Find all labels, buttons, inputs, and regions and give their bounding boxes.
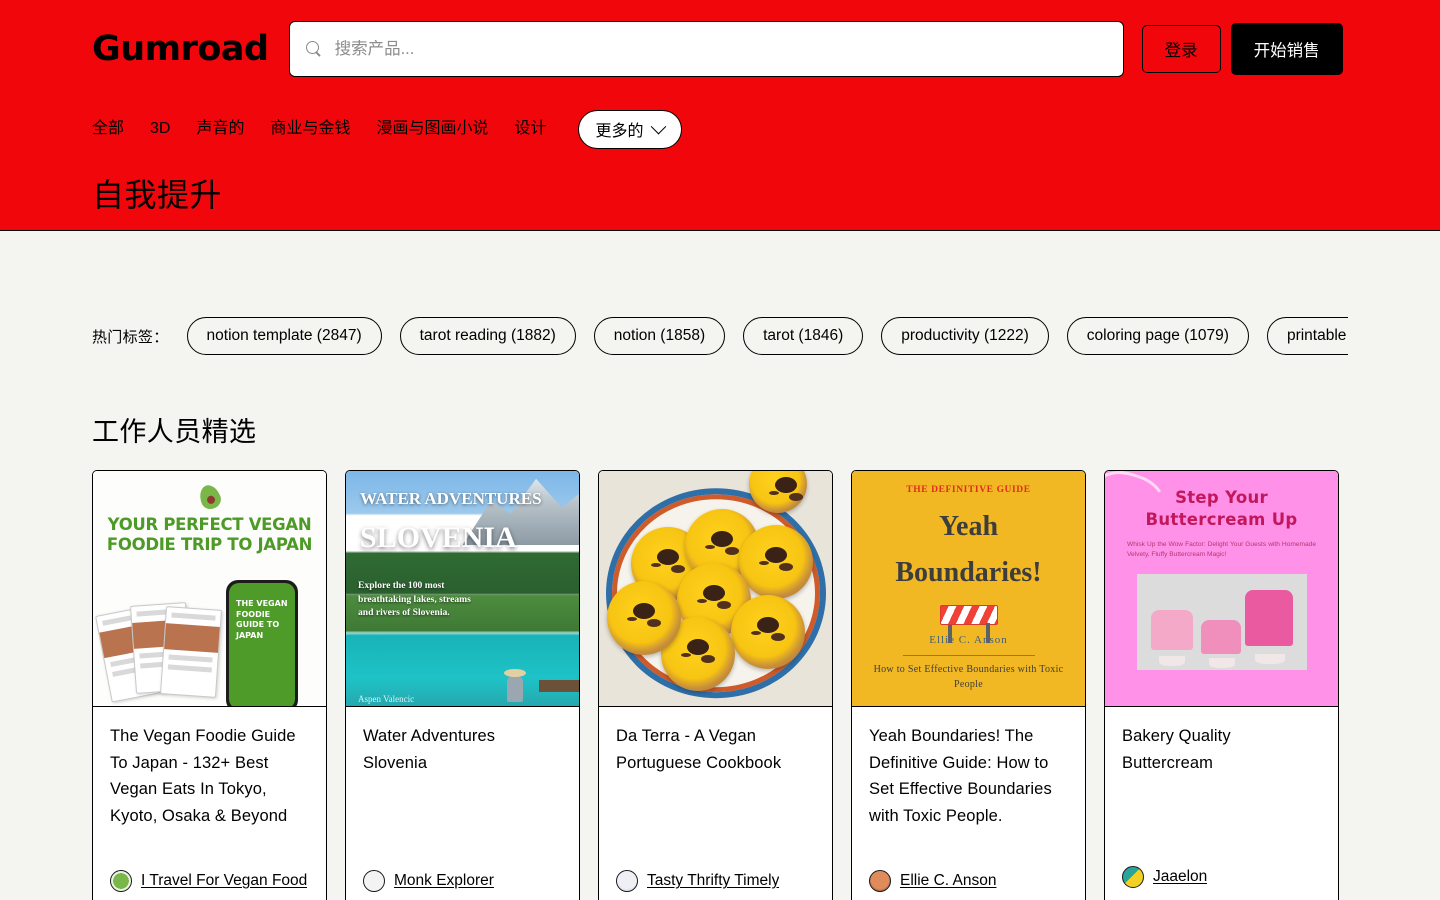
header-actions: 登录 开始销售 xyxy=(1141,23,1343,75)
popular-tags-label: 热门标签： xyxy=(92,328,169,346)
seller-name[interactable]: Monk Explorer xyxy=(394,872,494,890)
cover-phone-text: THE VEGAN FOODIE GUIDE TO JAPAN xyxy=(229,583,295,706)
cover-headline: YOUR PERFECT VEGAN FOODIE TRIP TO JAPAN xyxy=(106,515,313,555)
avatar xyxy=(363,870,385,892)
cover-line-2: SLOVENIA xyxy=(360,521,517,554)
avatar xyxy=(869,870,891,892)
cover-eyebrow: THE DEFINITIVE GUIDE xyxy=(906,485,1031,495)
cover-subtitle: How to Set Effective Boundaries with Tox… xyxy=(873,664,1064,690)
product-thumbnail: THE DEFINITIVE GUIDE Yeah Boundaries! El… xyxy=(852,471,1085,707)
tags-scroller[interactable]: notion template (2847) tarot reading (18… xyxy=(186,317,1348,355)
product-thumbnail xyxy=(599,471,832,707)
product-thumbnail: Step Your Buttercream Up Whisk Up the Wo… xyxy=(1105,471,1338,707)
avatar xyxy=(616,870,638,892)
nav-item-all[interactable]: 全部 xyxy=(92,121,124,137)
product-seller[interactable]: Tasty Thrifty Timely xyxy=(616,870,815,892)
cover-author: Ellie C. Anson xyxy=(929,633,1008,646)
product-title: The Vegan Foodie Guide To Japan - 132+ B… xyxy=(110,727,296,826)
nav-more-label: 更多的 xyxy=(595,123,644,140)
tag-pill-notion-template[interactable]: notion template (2847) xyxy=(186,317,382,355)
cover-author: Aspen Valencic xyxy=(358,694,415,704)
seller-name[interactable]: I Travel For Vegan Food xyxy=(141,872,307,890)
seller-name[interactable]: Tasty Thrifty Timely xyxy=(647,872,779,890)
tag-pill-tarot[interactable]: tarot (1846) xyxy=(743,317,864,355)
category-nav: 全部 3D 声音的 商业与金钱 漫画与图画小说 设计 更多的 xyxy=(92,108,1348,150)
popular-tags-section: 热门标签： notion template (2847) tarot readi… xyxy=(0,315,1440,357)
login-button[interactable]: 登录 xyxy=(1141,25,1221,73)
nav-item-comics[interactable]: 漫画与图画小说 xyxy=(377,121,489,137)
cover-line-1: WATER ADVENTURES xyxy=(360,489,542,508)
product-card[interactable]: Step Your Buttercream Up Whisk Up the Wo… xyxy=(1104,470,1339,900)
cover-phone-art: THE VEGAN FOODIE GUIDE TO JAPAN xyxy=(226,580,298,706)
cover-line-1: Yeah xyxy=(938,511,999,542)
start-selling-button[interactable]: 开始销售 xyxy=(1230,23,1343,75)
cover-cake-photo xyxy=(1136,573,1307,670)
product-card-body: Water Adventures Slovenia Monk Explorer … xyxy=(346,707,579,900)
nav-item-design[interactable]: 设计 xyxy=(515,121,547,137)
product-title: Water Adventures Slovenia xyxy=(363,727,496,772)
chevron-down-icon xyxy=(650,118,666,134)
gumroad-logo[interactable]: Gumroad xyxy=(92,31,269,67)
page-title: 自我提升 xyxy=(92,177,223,213)
avatar xyxy=(110,870,132,892)
nav-more-dropdown[interactable]: 更多的 xyxy=(577,109,682,149)
cover-pages-art xyxy=(95,602,223,703)
tag-pill-productivity[interactable]: productivity (1222) xyxy=(881,317,1049,355)
product-card[interactable]: THE DEFINITIVE GUIDE Yeah Boundaries! El… xyxy=(851,470,1086,900)
product-seller[interactable]: Ellie C. Anson xyxy=(869,870,1068,892)
nav-item-business[interactable]: 商业与金钱 xyxy=(270,121,350,137)
tag-pill-tarot-reading[interactable]: tarot reading (1882) xyxy=(399,317,576,355)
product-card-body: Da Terra - A Vegan Portuguese Cookbook T… xyxy=(599,707,832,900)
product-card[interactable]: Da Terra - A Vegan Portuguese Cookbook T… xyxy=(598,470,833,900)
seller-name[interactable]: Ellie C. Anson xyxy=(900,872,997,890)
cover-line-2: Boundaries! xyxy=(895,557,1042,588)
featured-section-title: 工作人员精选 xyxy=(92,417,257,447)
avocado-icon xyxy=(195,482,224,512)
product-card[interactable]: YOUR PERFECT VEGAN FOODIE TRIP TO JAPAN … xyxy=(92,470,327,900)
product-card-body: The Vegan Foodie Guide To Japan - 132+ B… xyxy=(93,707,326,900)
product-thumbnail: YOUR PERFECT VEGAN FOODIE TRIP TO JAPAN … xyxy=(93,471,326,707)
search-icon xyxy=(305,40,323,58)
search-input[interactable] xyxy=(334,39,1107,59)
product-card-body: Yeah Boundaries! The Definitive Guide: H… xyxy=(852,707,1085,900)
tag-pill-coloring-page[interactable]: coloring page (1079) xyxy=(1066,317,1249,355)
cover-tarts-photo xyxy=(599,471,832,706)
nav-item-audio[interactable]: 声音的 xyxy=(196,121,244,137)
product-seller[interactable]: Monk Explorer xyxy=(363,870,562,892)
featured-product-grid: YOUR PERFECT VEGAN FOODIE TRIP TO JAPAN … xyxy=(0,470,1440,900)
search-box[interactable] xyxy=(288,21,1124,77)
product-thumbnail: WATER ADVENTURES SLOVENIA Explore the 10… xyxy=(346,471,579,707)
header-top-bar: Gumroad 登录 开始销售 xyxy=(92,0,1348,92)
tag-pill-printable[interactable]: printable (1060) xyxy=(1266,317,1348,355)
product-seller[interactable]: I Travel For Vegan Food xyxy=(110,870,309,892)
barrier-icon xyxy=(939,605,998,642)
avatar xyxy=(1122,866,1144,888)
product-title: Bakery Quality Buttercream xyxy=(1122,727,1231,772)
seller-name[interactable]: Jaaelon xyxy=(1153,868,1207,886)
cover-dock-art xyxy=(539,680,579,692)
tag-pill-notion[interactable]: notion (1858) xyxy=(593,317,726,355)
cover-subtitle: Whisk Up the Wow Factor: Delight Your Gu… xyxy=(1127,540,1316,559)
product-title: Da Terra - A Vegan Portuguese Cookbook xyxy=(616,727,782,772)
product-seller[interactable]: Jaaelon xyxy=(1122,866,1321,888)
product-title: Yeah Boundaries! The Definitive Guide: H… xyxy=(869,727,1052,826)
product-card-body: Bakery Quality Buttercream Jaaelon ★ 没有评… xyxy=(1105,707,1338,900)
nav-item-3d[interactable]: 3D xyxy=(150,121,170,137)
cover-subtitle: Explore the 100 most breathtaking lakes,… xyxy=(358,580,471,619)
product-card[interactable]: WATER ADVENTURES SLOVENIA Explore the 10… xyxy=(345,470,580,900)
site-header: Gumroad 登录 开始销售 全部 3D 声音的 商业与金钱 漫画与图画小说 … xyxy=(0,0,1440,231)
cover-person-art xyxy=(504,669,526,702)
search-container xyxy=(288,21,1124,77)
